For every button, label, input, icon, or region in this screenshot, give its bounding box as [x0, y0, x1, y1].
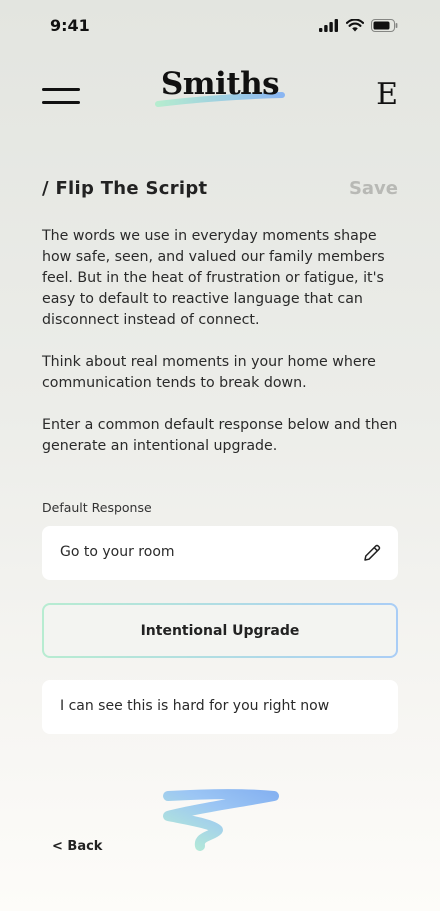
battery-icon — [371, 19, 398, 32]
upgrade-result-text: I can see this is hard for you right now — [60, 698, 330, 714]
brand-logo: Smiths — [150, 62, 290, 114]
pencil-edit-icon[interactable] — [362, 543, 382, 563]
intro-paragraph: The words we use in everyday moments sha… — [42, 228, 385, 328]
default-response-field[interactable]: Go to your room — [42, 526, 398, 580]
intro-paragraph: Enter a common default response below an… — [42, 417, 398, 454]
back-link[interactable]: < Back — [52, 839, 102, 854]
intentional-upgrade-label: Intentional Upgrade — [140, 622, 300, 639]
menu-button[interactable] — [42, 86, 80, 108]
default-response-value: Go to your room — [60, 544, 175, 560]
hamburger-menu-icon-bar — [42, 101, 80, 104]
intro-text: The words we use in everyday moments sha… — [42, 226, 398, 478]
status-time: 9:41 — [50, 16, 90, 35]
page-title: / Flip The Script — [42, 178, 208, 199]
default-response-label: Default Response — [42, 500, 152, 515]
save-button[interactable]: Save — [349, 178, 398, 199]
brand-name: Smiths — [160, 66, 280, 102]
upgrade-result-card: I can see this is hard for you right now — [42, 680, 398, 734]
hamburger-menu-icon — [42, 88, 80, 91]
intro-paragraph: Think about real moments in your home wh… — [42, 354, 376, 391]
status-icons — [319, 19, 398, 32]
cellular-signal-icon — [319, 19, 338, 32]
status-bar: 9:41 — [0, 0, 440, 52]
decorative-scribble-icon — [163, 789, 279, 851]
wifi-icon — [346, 19, 364, 32]
intentional-upgrade-button[interactable]: Intentional Upgrade — [42, 603, 398, 658]
profile-avatar[interactable]: E — [376, 77, 398, 112]
